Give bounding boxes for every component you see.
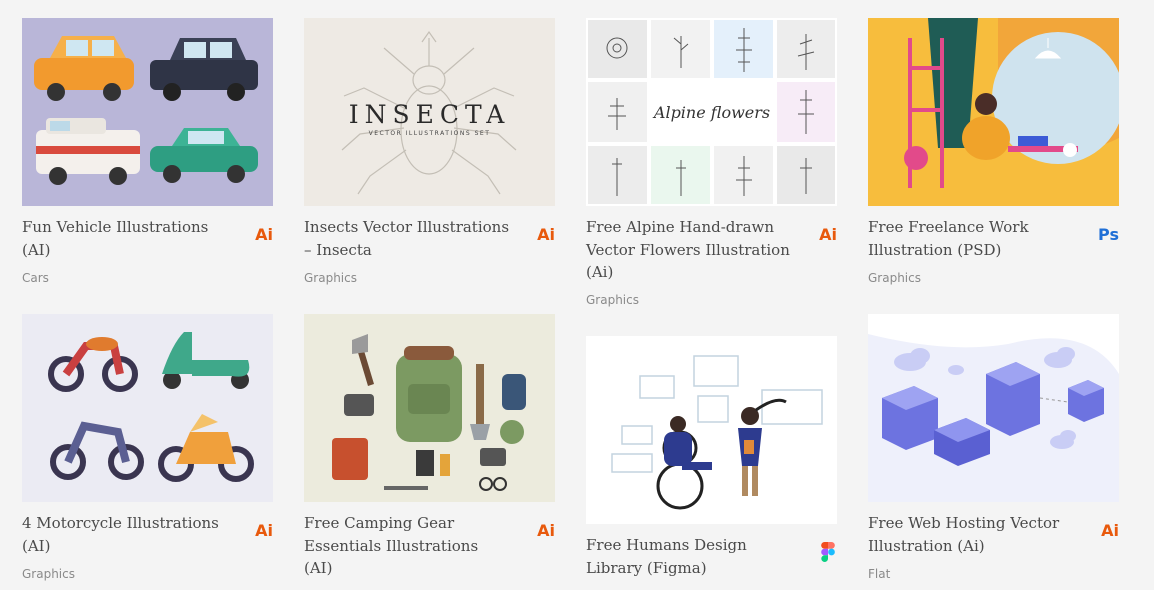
card-freelance-work[interactable]: Free Freelance Work Illustration (PSD) P… (868, 18, 1119, 298)
card-title[interactable]: Free Camping Gear Essentials Illustratio… (304, 512, 519, 580)
title-line: Vector Flowers Illustration (586, 240, 790, 259)
thumbnail-insects[interactable]: INSECTA VECTOR ILLUSTRATIONS SET (304, 18, 555, 206)
thumbnail-web-hosting[interactable] (868, 314, 1119, 502)
thumbnail-motorcycles[interactable] (22, 314, 273, 502)
title-line: (Ai) (586, 263, 614, 281)
card-title[interactable]: Free Freelance Work Illustration (PSD) (868, 216, 1083, 261)
card-title[interactable]: Free Web Hosting Vector Illustration (Ai… (868, 512, 1083, 557)
thumbnail-camping-gear[interactable] (304, 314, 555, 502)
card-title[interactable]: Free Humans Design Library (Figma) (586, 534, 801, 579)
title-line: – Insecta (304, 240, 372, 259)
alpine-script-title: Alpine flowers (653, 103, 771, 122)
ai-format-badge: Ai (819, 225, 837, 244)
title-line: Free Freelance Work (868, 218, 1029, 236)
ps-format-badge: Ps (1098, 225, 1119, 244)
ai-format-badge: Ai (1101, 521, 1119, 540)
thumbnail-alpine-flowers[interactable]: Alpine flowers (586, 18, 837, 206)
card-web-hosting[interactable]: Free Web Hosting Vector Illustration (Ai… (868, 314, 1119, 590)
card-alpine-flowers[interactable]: Alpine flowers Free Alpine Hand-drawn Ve… (586, 18, 837, 318)
title-line: Library (Figma) (586, 558, 707, 577)
category-link[interactable]: Graphics (586, 293, 639, 307)
title-line: Fun Vehicle Illustrations (22, 218, 209, 236)
card-title[interactable]: Free Alpine Hand-drawn Vector Flowers Il… (586, 216, 801, 284)
title-line: Free Camping Gear (304, 514, 455, 532)
thumbnail-humans-design[interactable] (586, 336, 837, 524)
title-line: 4 Motorcycle Illustrations (22, 514, 219, 532)
title-line: Free Web Hosting Vector (868, 514, 1060, 532)
figma-icon (821, 542, 835, 562)
ai-format-badge: Ai (537, 521, 555, 540)
insecta-title: INSECTA (348, 100, 511, 129)
card-insects[interactable]: INSECTA VECTOR ILLUSTRATIONS SET Insects… (304, 18, 555, 298)
title-line: Essentials Illustrations (304, 536, 479, 555)
ai-format-badge: Ai (255, 521, 273, 540)
card-motorcycles[interactable]: 4 Motorcycle Illustrations (AI) Ai Graph… (22, 314, 273, 590)
card-camping-gear[interactable]: Free Camping Gear Essentials Illustratio… (304, 314, 555, 590)
title-line: Illustration (PSD) (868, 240, 1002, 259)
ai-format-badge: Ai (537, 225, 555, 244)
insecta-subtitle: VECTOR ILLUSTRATIONS SET (368, 130, 491, 137)
ai-format-badge: Ai (255, 225, 273, 244)
title-line: Insects Vector Illustrations (304, 218, 510, 236)
card-humans-design[interactable]: Free Humans Design Library (Figma) (586, 336, 837, 590)
category-link[interactable]: Cars (22, 271, 49, 285)
thumbnail-freelance-work[interactable] (868, 18, 1119, 206)
card-title[interactable]: 4 Motorcycle Illustrations (AI) (22, 512, 237, 557)
title-line: (AI) (22, 536, 51, 555)
title-line: Free Alpine Hand-drawn (586, 218, 775, 236)
card-title[interactable]: Insects Vector Illustrations – Insecta (304, 216, 519, 261)
card-title[interactable]: Fun Vehicle Illustrations (AI) (22, 216, 237, 261)
card-fun-vehicle[interactable]: Fun Vehicle Illustrations (AI) Ai Cars (22, 18, 273, 298)
title-line: Illustration (Ai) (868, 536, 985, 555)
category-link[interactable]: Graphics (304, 271, 357, 285)
category-link[interactable]: Graphics (22, 567, 75, 581)
title-line: (AI) (304, 559, 333, 577)
title-line: (AI) (22, 240, 51, 259)
thumbnail-fun-vehicle[interactable] (22, 18, 273, 206)
category-link[interactable]: Graphics (868, 271, 921, 285)
title-line: Free Humans Design (586, 536, 747, 554)
category-link[interactable]: Flat (868, 567, 890, 581)
